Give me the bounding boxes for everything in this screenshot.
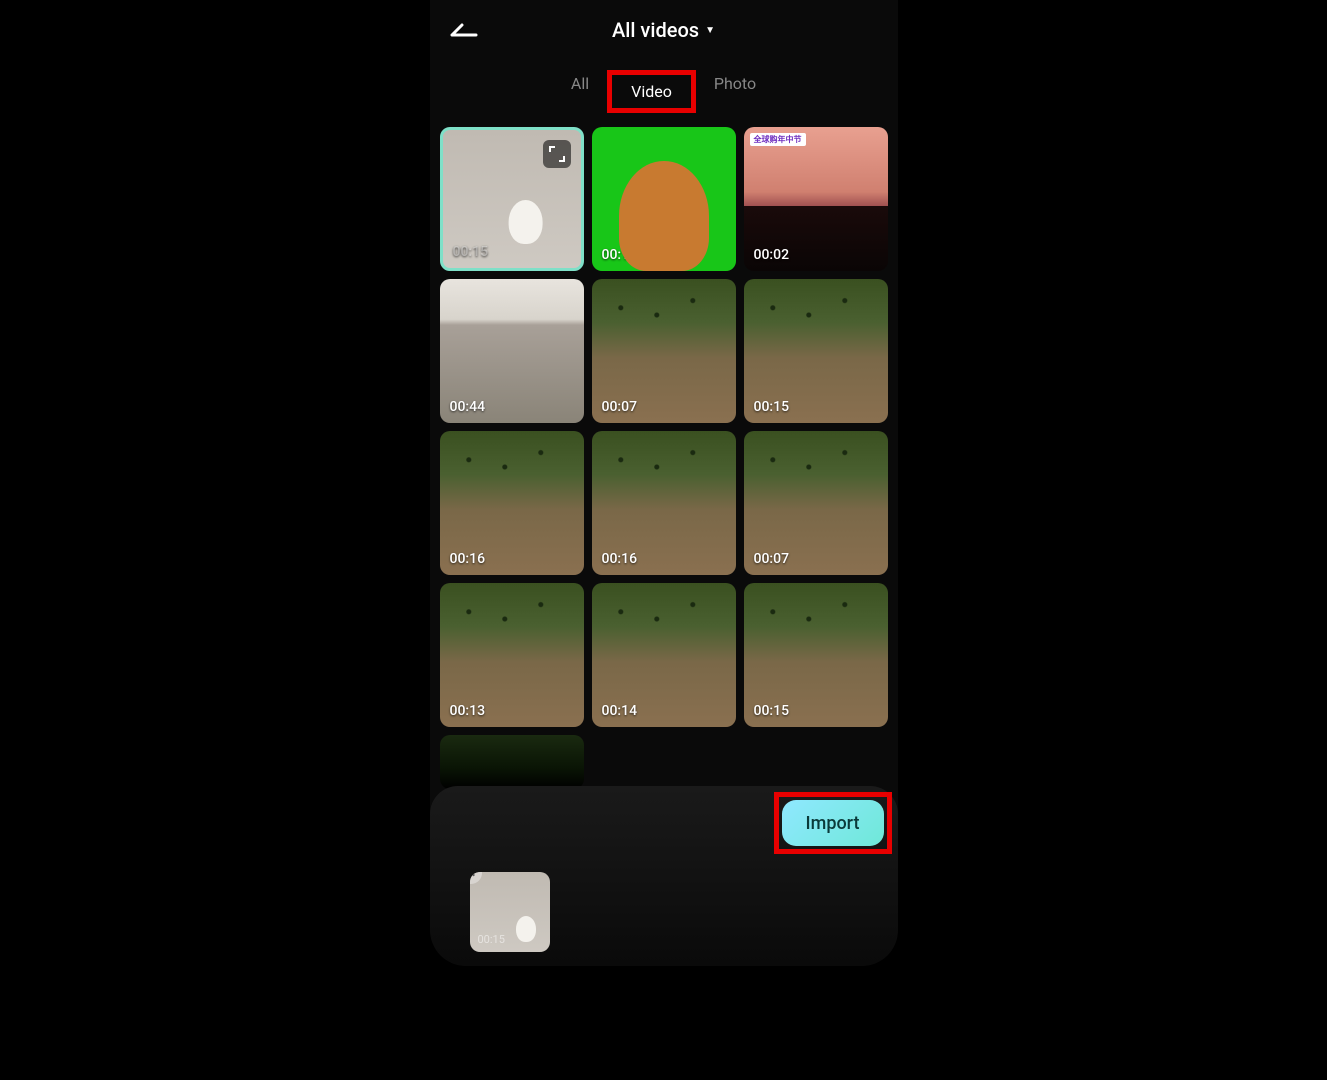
video-duration: 00:16 <box>450 551 486 567</box>
video-thumbnail[interactable]: 00:15 <box>440 127 584 271</box>
video-grid: 00:15 00:13 全球购年中节 00:02 00:44 00:07 00:15 00:1… <box>430 127 898 789</box>
video-thumbnail[interactable]: 00:16 <box>592 431 736 575</box>
expand-icon[interactable] <box>543 140 571 168</box>
video-duration: 00:44 <box>450 399 486 415</box>
video-duration: 00:07 <box>602 399 638 415</box>
video-duration: 00:16 <box>602 551 638 567</box>
video-duration: 00:07 <box>754 551 790 567</box>
video-thumbnail[interactable]: 00:15 <box>744 279 888 423</box>
chevron-down-icon: ▼ <box>705 25 715 36</box>
video-thumbnail[interactable]: 全球购年中节 00:02 <box>744 127 888 271</box>
selection-tray: Import 00:15 ✕ <box>430 786 898 966</box>
album-dropdown[interactable]: All videos ▼ <box>612 18 715 42</box>
video-thumbnail[interactable]: 00:13 <box>440 583 584 727</box>
selected-thumbnail[interactable]: 00:15 ✕ <box>470 872 550 952</box>
video-thumbnail[interactable] <box>440 735 584 789</box>
header: All videos ▼ <box>430 0 898 60</box>
video-thumbnail[interactable]: 00:14 <box>592 583 736 727</box>
video-thumbnail[interactable]: 00:44 <box>440 279 584 423</box>
video-thumbnail[interactable]: 00:16 <box>440 431 584 575</box>
video-duration: 00:02 <box>754 247 790 263</box>
album-title: All videos <box>612 18 699 42</box>
video-thumbnail[interactable]: 00:07 <box>744 431 888 575</box>
video-thumbnail[interactable]: 00:07 <box>592 279 736 423</box>
video-duration: 00:15 <box>453 244 489 260</box>
video-duration: 00:13 <box>602 247 638 263</box>
media-type-tabs: All Video Photo <box>430 60 898 127</box>
video-duration: 00:13 <box>450 703 486 719</box>
video-thumbnail[interactable]: 00:15 <box>744 583 888 727</box>
media-picker-screen: All videos ▼ All Video Photo 00:15 00:13 全… <box>430 0 898 966</box>
tab-photo[interactable]: Photo <box>714 74 756 109</box>
video-duration: 00:14 <box>602 703 638 719</box>
video-thumbnail[interactable]: 00:13 <box>592 127 736 271</box>
selected-duration: 00:15 <box>478 933 505 946</box>
tab-video[interactable]: Video <box>617 74 686 109</box>
back-icon[interactable] <box>450 16 478 44</box>
import-button[interactable]: Import <box>782 800 884 846</box>
video-duration: 00:15 <box>754 703 790 719</box>
video-duration: 00:15 <box>754 399 790 415</box>
overlay-badge: 全球购年中节 <box>750 133 806 146</box>
tab-all[interactable]: All <box>571 74 589 109</box>
